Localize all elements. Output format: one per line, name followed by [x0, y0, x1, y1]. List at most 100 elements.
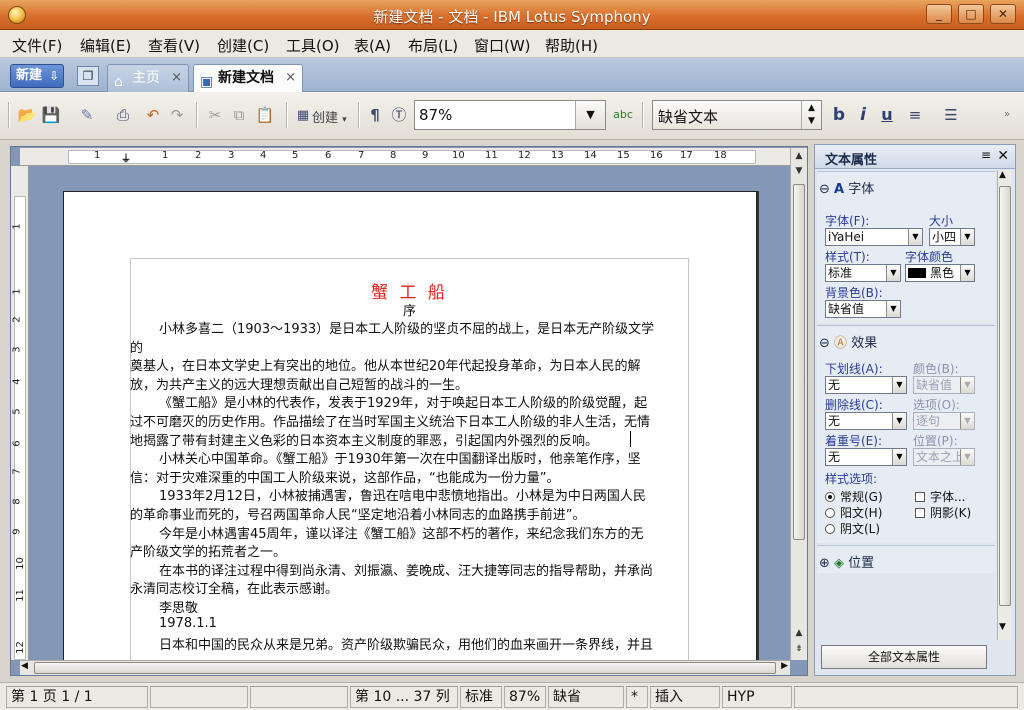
document-line[interactable]: 小林多喜二（1903～1933）是日本工人阶级的坚贞不屈的战上，是日本无产阶级文…	[159, 318, 654, 337]
menu-window[interactable]: 窗口(W)	[474, 35, 531, 56]
effects-section-header[interactable]: ⊖ Ⓐ 效果	[819, 332, 877, 351]
scroll-thumb[interactable]	[999, 186, 1011, 606]
document-line[interactable]: 放，为共产主义的远大理想贡献出自己短暂的战斗的一生。	[130, 374, 468, 393]
document-line[interactable]: 地揭露了带有封建主义色彩的日本资本主义制度的罪恶，引起国内外强烈的反响。	[130, 430, 598, 449]
status-zoom[interactable]: 87%	[504, 686, 546, 708]
save-icon[interactable]: 💾	[40, 105, 62, 125]
underline-combo[interactable]: 无 ▼	[825, 376, 907, 394]
document-line[interactable]: 的	[130, 337, 143, 356]
chevron-down-icon[interactable]: ▼	[908, 229, 922, 245]
chevron-down-icon[interactable]: ▼	[892, 449, 906, 465]
scroll-right-icon[interactable]: ▶	[781, 661, 788, 671]
chevron-down-icon[interactable]: ▼	[892, 377, 906, 393]
document-line[interactable]: 《蟹工船》是小林的代表作，发表于1929年，对于唤起日本工人阶级的阶级觉醒，起	[159, 392, 647, 411]
document-line[interactable]: 的革命事业而死的，号召两国革命人民“坚定地沿着小林同志的血路携手前进”。	[130, 504, 585, 523]
vertical-scrollbar[interactable]: ▲ ▼ ▲ ⇟	[790, 148, 807, 660]
create-dropdown[interactable]: 创建 ▾	[312, 107, 347, 127]
redo-icon[interactable]: ↷	[166, 105, 188, 125]
page-down-icon[interactable]: ⇟	[792, 642, 806, 656]
status-language[interactable]: 缺省	[548, 686, 624, 708]
scroll-thumb[interactable]	[793, 184, 805, 540]
position-section-header[interactable]: ⊕ ◈ 位置	[819, 552, 874, 571]
maximize-button[interactable]: □	[958, 4, 984, 24]
checkbox-shadow[interactable]: 阴影(K)	[915, 504, 971, 521]
align-left-icon[interactable]: ≡	[904, 105, 926, 125]
font-color-combo[interactable]: 黑色 ▼	[905, 264, 975, 282]
table-icon[interactable]: ▦	[292, 106, 314, 126]
bullet-list-icon[interactable]: ☰	[940, 105, 962, 125]
panel-menu-icon[interactable]: ≡	[981, 148, 991, 162]
status-insert-mode[interactable]: 插入	[650, 686, 720, 708]
document-line[interactable]: 信：对于灾难深重的中国工人阶级来说，这部作品，“也能成为一份力量”。	[130, 467, 559, 486]
paragraph-style-combo[interactable]: 缺省文本 ▲ ▼	[652, 100, 822, 130]
tab-new-document[interactable]: ▣ 新建文档 ×	[193, 64, 303, 92]
size-combo[interactable]: 小四 ▼	[929, 228, 975, 246]
paste-icon[interactable]: 📋	[254, 105, 276, 125]
window-switch-icon[interactable]: ❐	[77, 66, 99, 86]
document-subtitle[interactable]: 序	[130, 300, 689, 319]
document-line[interactable]: 1933年2月12日，小林被捕遇害，鲁迅在唁电中悲愤地指出。小林是为中日两国人民	[159, 485, 646, 504]
menu-edit[interactable]: 编辑(E)	[80, 35, 131, 56]
underline-button[interactable]: u	[876, 105, 898, 125]
minimize-button[interactable]: _	[926, 4, 952, 24]
scroll-up-icon[interactable]: ▲	[792, 149, 806, 163]
all-text-properties-button[interactable]: 全部文本属性	[821, 645, 987, 669]
background-combo[interactable]: 缺省值 ▼	[825, 300, 901, 318]
document-line[interactable]: 小林关心中国革命。《蟹工船》于1930年第一次在中国翻译出版时，他亲笔作序，坚	[159, 448, 641, 467]
horizontal-scrollbar[interactable]: ◀ ▶	[20, 660, 790, 675]
menu-layout[interactable]: 布局(L)	[408, 35, 458, 56]
scroll-down-icon[interactable]: ▼	[792, 164, 806, 178]
checkbox-outline[interactable]: 字体...	[915, 488, 965, 505]
cut-icon[interactable]: ✂	[204, 105, 226, 125]
tab-home-close-icon[interactable]: ×	[171, 65, 182, 91]
chevron-down-icon[interactable]: ▼	[886, 301, 900, 317]
document-line[interactable]: 产阶级文学的拓荒者之一。	[130, 541, 286, 560]
style-combo[interactable]: 标准 ▼	[825, 264, 901, 282]
panel-scrollbar[interactable]: ▲ ▼	[997, 170, 1012, 640]
document-line[interactable]: 过不可磨灭的历史作用。作品描绘了在当时军国主义统治下日本工人阶级的非人生活，无情	[130, 411, 650, 430]
chevron-down-icon[interactable]: ▼	[892, 413, 906, 429]
document-line[interactable]: 1978.1.1	[159, 616, 217, 631]
status-hyp[interactable]: HYP	[722, 686, 792, 708]
radio-normal[interactable]: 常规(G)	[825, 488, 883, 505]
chevron-down-icon[interactable]: ▼	[886, 265, 900, 281]
font-section-header[interactable]: ⊖ A 字体	[819, 178, 874, 197]
strikethrough-combo[interactable]: 无 ▼	[825, 412, 907, 430]
horizontal-ruler[interactable]: 1 ⏚ 1 2 3 4 5 6 7 8 9 10 11 12 13 14 15 …	[20, 148, 790, 166]
spin-icon[interactable]: ▲ ▼	[801, 101, 821, 129]
text-box-icon[interactable]: Ⓣ	[388, 105, 410, 125]
scroll-up-icon[interactable]: ▲	[999, 170, 1006, 180]
bold-button[interactable]: b	[828, 105, 850, 125]
close-button[interactable]: ✕	[990, 4, 1016, 24]
status-page[interactable]: 第 1 页 1 / 1	[6, 686, 148, 708]
chevron-down-icon[interactable]: ▼	[960, 229, 974, 245]
font-combo[interactable]: iYaHei ▼	[825, 228, 923, 246]
radio-emboss[interactable]: 阳文(H)	[825, 504, 882, 521]
menu-table[interactable]: 表(A)	[354, 35, 391, 56]
chevron-down-icon[interactable]: ▼	[575, 101, 605, 129]
panel-close-icon[interactable]: ✕	[997, 148, 1009, 164]
menu-create[interactable]: 创建(C)	[217, 35, 269, 56]
status-style[interactable]: 标准	[460, 686, 502, 708]
menu-file[interactable]: 文件(F)	[12, 35, 62, 56]
scroll-thumb[interactable]	[34, 662, 776, 674]
spellcheck-icon[interactable]: abc	[612, 105, 634, 125]
paragraph-mark-icon[interactable]: ¶	[364, 105, 386, 125]
ruler-indent-marker[interactable]: ⏚	[121, 150, 131, 165]
new-doc-icon[interactable]: ✎	[76, 105, 98, 125]
toolbar-overflow-icon[interactable]: »	[996, 105, 1018, 125]
new-button[interactable]: 新建 ⇩	[10, 64, 64, 88]
copy-icon[interactable]: ⧉	[228, 105, 250, 125]
zoom-combo[interactable]: 87% ▼	[414, 100, 606, 130]
document-line[interactable]: 永清同志校订全稿，在此表示感谢。	[130, 578, 338, 597]
tab-doc-close-icon[interactable]: ×	[285, 65, 296, 91]
vertical-ruler[interactable]: 1 1 2 3 4 5 6 7 8 9 10 11 12	[11, 166, 29, 660]
scroll-left-icon[interactable]: ◀	[21, 661, 28, 671]
italic-button[interactable]: i	[852, 105, 874, 125]
tab-home[interactable]: ⌂ 主页 ×	[107, 64, 189, 92]
radio-engrave[interactable]: 阴文(L)	[825, 520, 880, 537]
document-line[interactable]: 在本书的译注过程中得到尚永清、刘振瀛、姜晚成、汪大捷等同志的指导帮助，并承尚	[159, 560, 653, 579]
chevron-down-icon[interactable]: ▼	[960, 265, 974, 281]
document-line[interactable]: 李思敬	[159, 597, 198, 616]
scroll-up-icon[interactable]: ▲	[792, 626, 806, 640]
